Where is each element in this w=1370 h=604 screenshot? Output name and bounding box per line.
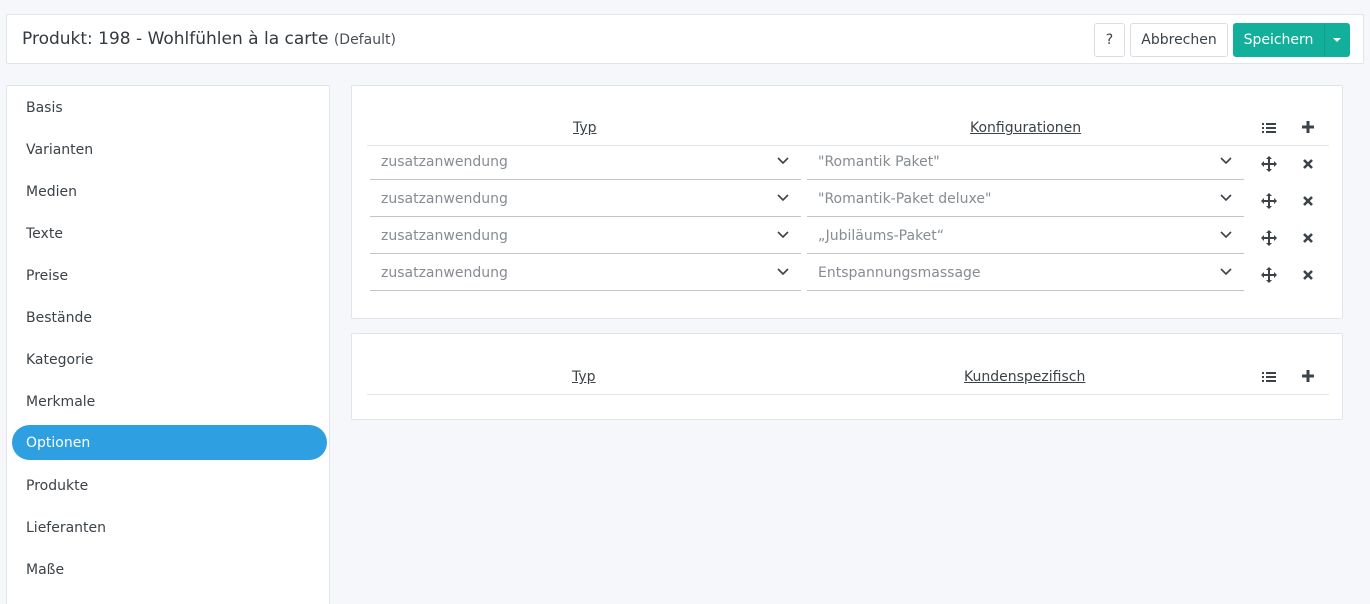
sidebar-item-masse[interactable]: Maße [12, 552, 327, 587]
configuration-select-value: "Romantik Paket" [818, 153, 940, 170]
close-icon[interactable] [1300, 230, 1316, 246]
configurations-panel: Typ Konfigurationen zusatzanwendung "Rom… [351, 85, 1343, 319]
sidebar-item-bestaende[interactable]: Bestände [12, 300, 327, 335]
custom-options-panel: Typ Kundenspezifisch [351, 333, 1343, 420]
list-icon[interactable] [1261, 369, 1277, 385]
configuration-select[interactable]: "Romantik Paket" [807, 144, 1244, 180]
close-icon[interactable] [1300, 193, 1316, 209]
chevron-down-icon [777, 157, 789, 165]
configuration-select[interactable]: "Romantik-Paket deluxe" [807, 181, 1244, 217]
chevron-down-icon [1220, 194, 1232, 202]
chevron-down-icon [1220, 157, 1232, 165]
header-divider [367, 394, 1329, 395]
close-icon[interactable] [1300, 267, 1316, 283]
product-title: Produkt: 198 - Wohlfühlen à la carte [22, 29, 329, 49]
move-icon[interactable] [1261, 230, 1277, 246]
save-options-button[interactable] [1324, 23, 1350, 57]
configuration-select[interactable]: „Jubiläums-Paket“ [807, 218, 1244, 254]
sidebar-nav: Basis Varianten Medien Texte Preise Best… [6, 85, 330, 604]
list-icon[interactable] [1261, 120, 1277, 136]
type-select-value: zusatzanwendung [381, 227, 508, 244]
column-header-type[interactable]: Typ [573, 120, 597, 136]
sidebar-item-optionen[interactable]: Optionen [12, 425, 327, 460]
sidebar-item-produkte[interactable]: Produkte [12, 468, 327, 503]
caret-down-icon [1333, 38, 1341, 42]
type-select-value: zusatzanwendung [381, 264, 508, 281]
save-button[interactable]: Speichern [1233, 23, 1324, 57]
sidebar-item-basis[interactable]: Basis [12, 90, 327, 125]
move-icon[interactable] [1261, 193, 1277, 209]
page-title: Produkt: 198 - Wohlfühlen à la carte (De… [22, 29, 396, 49]
type-select[interactable]: zusatzanwendung [370, 218, 801, 254]
chevron-down-icon [777, 268, 789, 276]
configuration-select-value: "Romantik-Paket deluxe" [818, 190, 992, 207]
type-select-value: zusatzanwendung [381, 190, 508, 207]
language-label: (Default) [333, 32, 396, 48]
plus-icon[interactable] [1300, 119, 1316, 135]
page-header: Produkt: 198 - Wohlfühlen à la carte (De… [6, 14, 1364, 64]
column-header-type[interactable]: Typ [572, 369, 596, 385]
column-header-custom[interactable]: Kundenspezifisch [964, 369, 1085, 385]
close-icon[interactable] [1300, 156, 1316, 172]
sidebar-item-lieferanten[interactable]: Lieferanten [12, 510, 327, 545]
chevron-down-icon [1220, 268, 1232, 276]
configuration-select[interactable]: Entspannungsmassage [807, 255, 1244, 291]
help-button[interactable]: ? [1094, 23, 1125, 57]
chevron-down-icon [1220, 231, 1232, 239]
chevron-down-icon [777, 231, 789, 239]
configuration-select-value: „Jubiläums-Paket“ [818, 227, 945, 244]
cancel-button[interactable]: Abbrechen [1130, 23, 1228, 57]
move-icon[interactable] [1261, 267, 1277, 283]
type-select[interactable]: zusatzanwendung [370, 144, 801, 180]
column-header-configurations[interactable]: Konfigurationen [970, 120, 1081, 136]
configuration-select-value: Entspannungsmassage [818, 264, 981, 281]
type-select-value: zusatzanwendung [381, 153, 508, 170]
plus-icon[interactable] [1300, 368, 1316, 384]
sidebar-item-merkmale[interactable]: Merkmale [12, 384, 327, 419]
type-select[interactable]: zusatzanwendung [370, 255, 801, 291]
type-select[interactable]: zusatzanwendung [370, 181, 801, 217]
sidebar-item-varianten[interactable]: Varianten [12, 132, 327, 167]
sidebar-item-kategorie[interactable]: Kategorie [12, 342, 327, 377]
sidebar-item-texte[interactable]: Texte [12, 216, 327, 251]
sidebar-item-preise[interactable]: Preise [12, 258, 327, 293]
chevron-down-icon [777, 194, 789, 202]
sidebar-item-medien[interactable]: Medien [12, 174, 327, 209]
move-icon[interactable] [1261, 156, 1277, 172]
